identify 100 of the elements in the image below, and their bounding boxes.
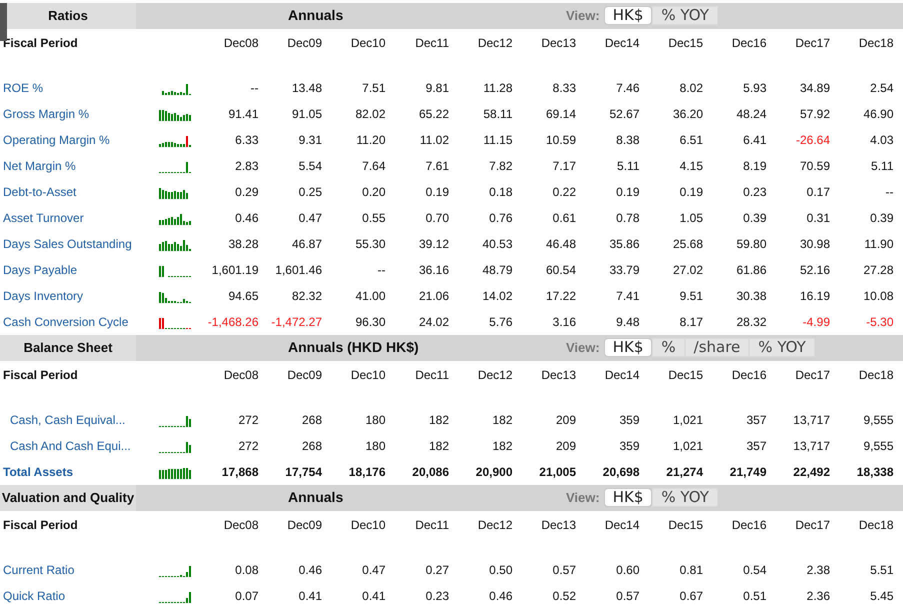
period-header: Dec12 (476, 34, 512, 52)
row-label[interactable]: Current Ratio (0, 561, 155, 579)
row-label[interactable]: Total Assets (0, 463, 155, 481)
value-cell-text: 7.46 (615, 80, 640, 97)
value-cell-text: 6.51 (678, 132, 703, 149)
value-cell-text: 94.65 (227, 288, 258, 305)
value-cell-text: 41.00 (354, 288, 386, 305)
value-cell-text: 182 (428, 438, 449, 455)
row-label[interactable]: Net Margin % (0, 157, 155, 175)
value-cell-text: 0.76 (488, 210, 512, 227)
view-option[interactable]: % (652, 338, 685, 358)
value-cell-text: 65.22 (418, 106, 449, 123)
value-cell-text: 0.52 (552, 588, 576, 605)
value-cell-text: 0.22 (552, 184, 576, 201)
value-cell-text: 36.20 (672, 106, 703, 123)
view-option[interactable]: HK$ (604, 338, 652, 358)
value-cell-text: 10.59 (544, 132, 576, 149)
value-cell-text: 18,176 (348, 464, 386, 481)
value-cell-text: 28.32 (735, 314, 766, 331)
value-cell-text: 21,005 (538, 464, 576, 481)
row-label[interactable]: Quick Ratio (0, 587, 155, 605)
value-cell-text: 48.79 (481, 262, 512, 279)
value-cell-text: 69.14 (544, 106, 576, 123)
period-header: Dec08 (222, 516, 258, 534)
value-cell-text: 58.11 (482, 106, 512, 123)
view-option[interactable]: /share (684, 338, 750, 358)
value-cell-text: 21.06 (418, 288, 449, 305)
value-cell-text: 0.61 (552, 210, 576, 227)
value-cell-text: 0.29 (234, 184, 258, 201)
sparkline-icon (159, 212, 193, 224)
view-label: View: (566, 489, 600, 507)
value-cell-text: 10.08 (862, 288, 894, 305)
value-cell-text: 20,900 (474, 464, 512, 481)
period-header: Dec15 (667, 516, 703, 534)
sparkline-icon (159, 238, 193, 250)
value-cell-text: 5.45 (869, 588, 894, 605)
view-option[interactable]: % YOY (652, 488, 718, 508)
value-cell-text: 272 (237, 438, 258, 455)
row-label[interactable]: Debt-to-Asset (0, 183, 155, 201)
value-cell-text: 57.92 (798, 106, 830, 123)
value-cell-text: 0.46 (234, 210, 258, 227)
row-label[interactable]: Operating Margin % (0, 131, 155, 149)
value-cell-text: -- (884, 184, 894, 201)
value-cell-text: -- (250, 80, 258, 97)
value-cell-text: 17,868 (220, 464, 258, 481)
row-label[interactable]: Cash And Cash Equi... (0, 437, 155, 455)
value-cell-text: 209 (554, 438, 576, 455)
value-cell-text: 182 (491, 438, 512, 455)
value-cell-text: 17.22 (544, 288, 576, 305)
value-cell-text: 20,086 (411, 464, 449, 481)
row-label[interactable]: ROE % (0, 79, 155, 97)
period-header: Dec08 (222, 366, 258, 384)
row-label[interactable]: Days Sales Outstanding (0, 235, 155, 253)
row-label[interactable]: Asset Turnover (0, 209, 155, 227)
value-cell-text: 11.02 (418, 132, 449, 149)
value-cell-text: 0.54 (742, 562, 766, 579)
row-label[interactable]: Cash Conversion Cycle (0, 313, 155, 331)
period-header: Dec17 (794, 516, 830, 534)
value-cell-text: 11.90 (863, 236, 894, 253)
row-label[interactable]: Days Payable (0, 261, 155, 279)
value-cell-text: 9.31 (298, 132, 322, 149)
view-option[interactable]: HK$ (604, 6, 652, 26)
period-header: Dec08 (222, 34, 258, 52)
period-header: Dec12 (476, 366, 512, 384)
value-cell-text: 7.82 (488, 158, 512, 175)
period-header: Dec10 (350, 34, 386, 52)
value-cell-text: 359 (618, 438, 640, 455)
section-title: Valuation and Quality (2, 489, 134, 508)
period-header: Dec09 (286, 516, 322, 534)
value-cell-text: 6.33 (234, 132, 258, 149)
row-label[interactable]: Days Inventory (0, 287, 155, 305)
value-cell-text: 61.86 (735, 262, 766, 279)
period-header: Dec09 (286, 366, 322, 384)
value-cell-text: 16.19 (798, 288, 830, 305)
value-cell-text: 22,492 (792, 464, 830, 481)
value-cell-text: 35.86 (608, 236, 640, 253)
value-cell-text: 40.53 (481, 236, 512, 253)
value-cell-text: 0.47 (298, 210, 322, 227)
period-header: Dec17 (794, 34, 830, 52)
row-label[interactable]: Cash, Cash Equival... (0, 411, 155, 429)
period-header: Dec09 (286, 34, 322, 52)
value-cell-text: 0.55 (361, 210, 386, 227)
section-title: Ratios (48, 7, 88, 26)
value-cell-text: 9.81 (424, 80, 449, 97)
view-option[interactable]: % YOY (749, 338, 815, 358)
period-header: Dec11 (414, 34, 449, 52)
value-cell-text: 0.19 (424, 184, 449, 201)
period-label: Fiscal Period (2, 34, 79, 52)
row-label[interactable]: Gross Margin % (0, 105, 155, 123)
value-cell-text: 182 (491, 412, 512, 429)
value-cell-text: 268 (300, 438, 322, 455)
period-header: Dec16 (730, 516, 766, 534)
view-option[interactable]: % YOY (652, 6, 718, 26)
value-cell-text: 8.38 (615, 132, 640, 149)
value-cell-text: 9.51 (678, 288, 703, 305)
view-option[interactable]: HK$ (604, 488, 652, 508)
value-cell-text: 0.31 (806, 210, 830, 227)
value-cell-text: 9,555 (862, 412, 894, 429)
value-cell-text: 46.48 (544, 236, 576, 253)
value-cell-text: 20,698 (602, 464, 640, 481)
